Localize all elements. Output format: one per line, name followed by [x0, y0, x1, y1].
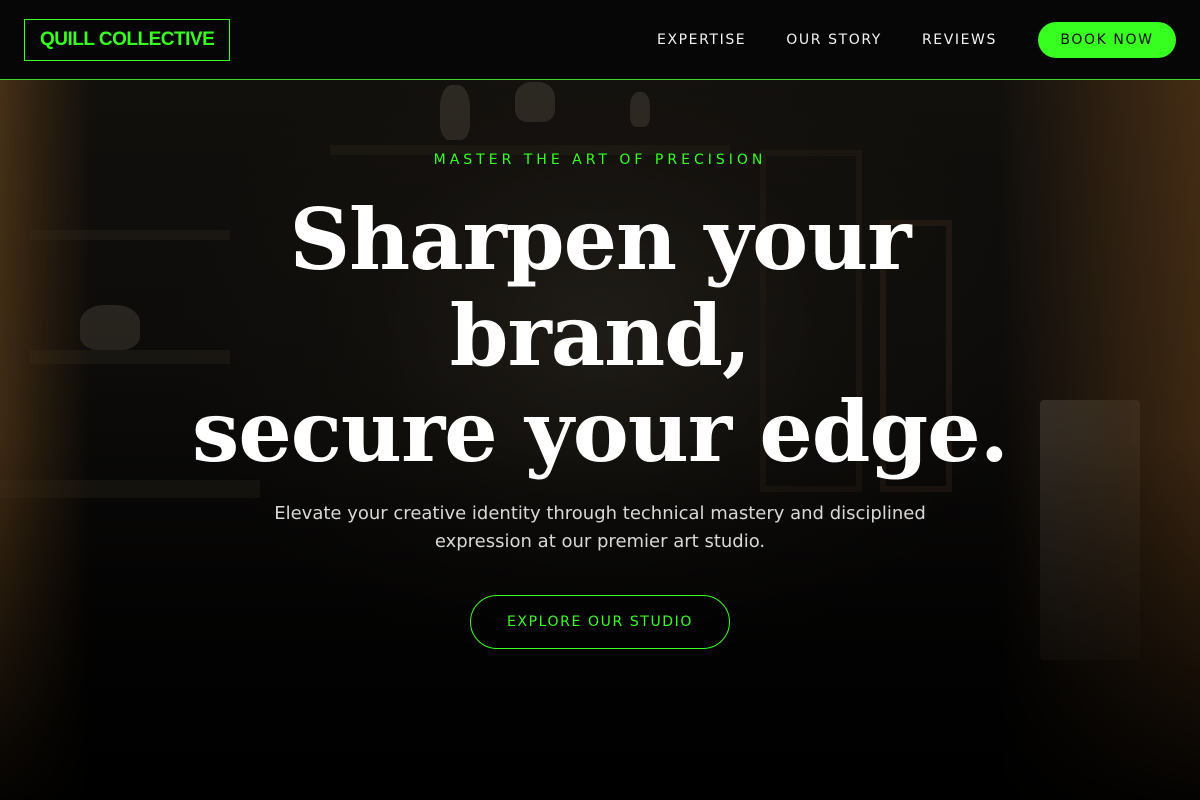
hero-section: MASTER THE ART OF PRECISION Sharpen your… — [0, 80, 1200, 800]
hero-headline-line: secure your edge. — [192, 382, 1009, 481]
hero-eyebrow: MASTER THE ART OF PRECISION — [433, 152, 767, 168]
top-navbar: QUILL COLLECTIVE EXPERTISE OUR STORY REV… — [0, 0, 1200, 80]
nav-links: EXPERTISE OUR STORY REVIEWS — [657, 0, 997, 80]
nav-link-expertise[interactable]: EXPERTISE — [657, 32, 746, 48]
landing-page: QUILL COLLECTIVE EXPERTISE OUR STORY REV… — [0, 0, 1200, 800]
book-now-button[interactable]: BOOK NOW — [1038, 22, 1176, 58]
logo-link[interactable]: QUILL COLLECTIVE — [24, 19, 231, 61]
nav-link-reviews[interactable]: REVIEWS — [922, 32, 997, 48]
nav-link-our-story[interactable]: OUR STORY — [786, 32, 882, 48]
hero-headline-line: brand, — [449, 286, 751, 385]
hero-headline: Sharpen your brand, secure your edge. — [0, 192, 1200, 480]
explore-studio-button[interactable]: EXPLORE OUR STUDIO — [470, 595, 730, 649]
hero-subtext: Elevate your creative identity through t… — [274, 503, 926, 552]
hero-headline-line: Sharpen your — [289, 190, 911, 289]
